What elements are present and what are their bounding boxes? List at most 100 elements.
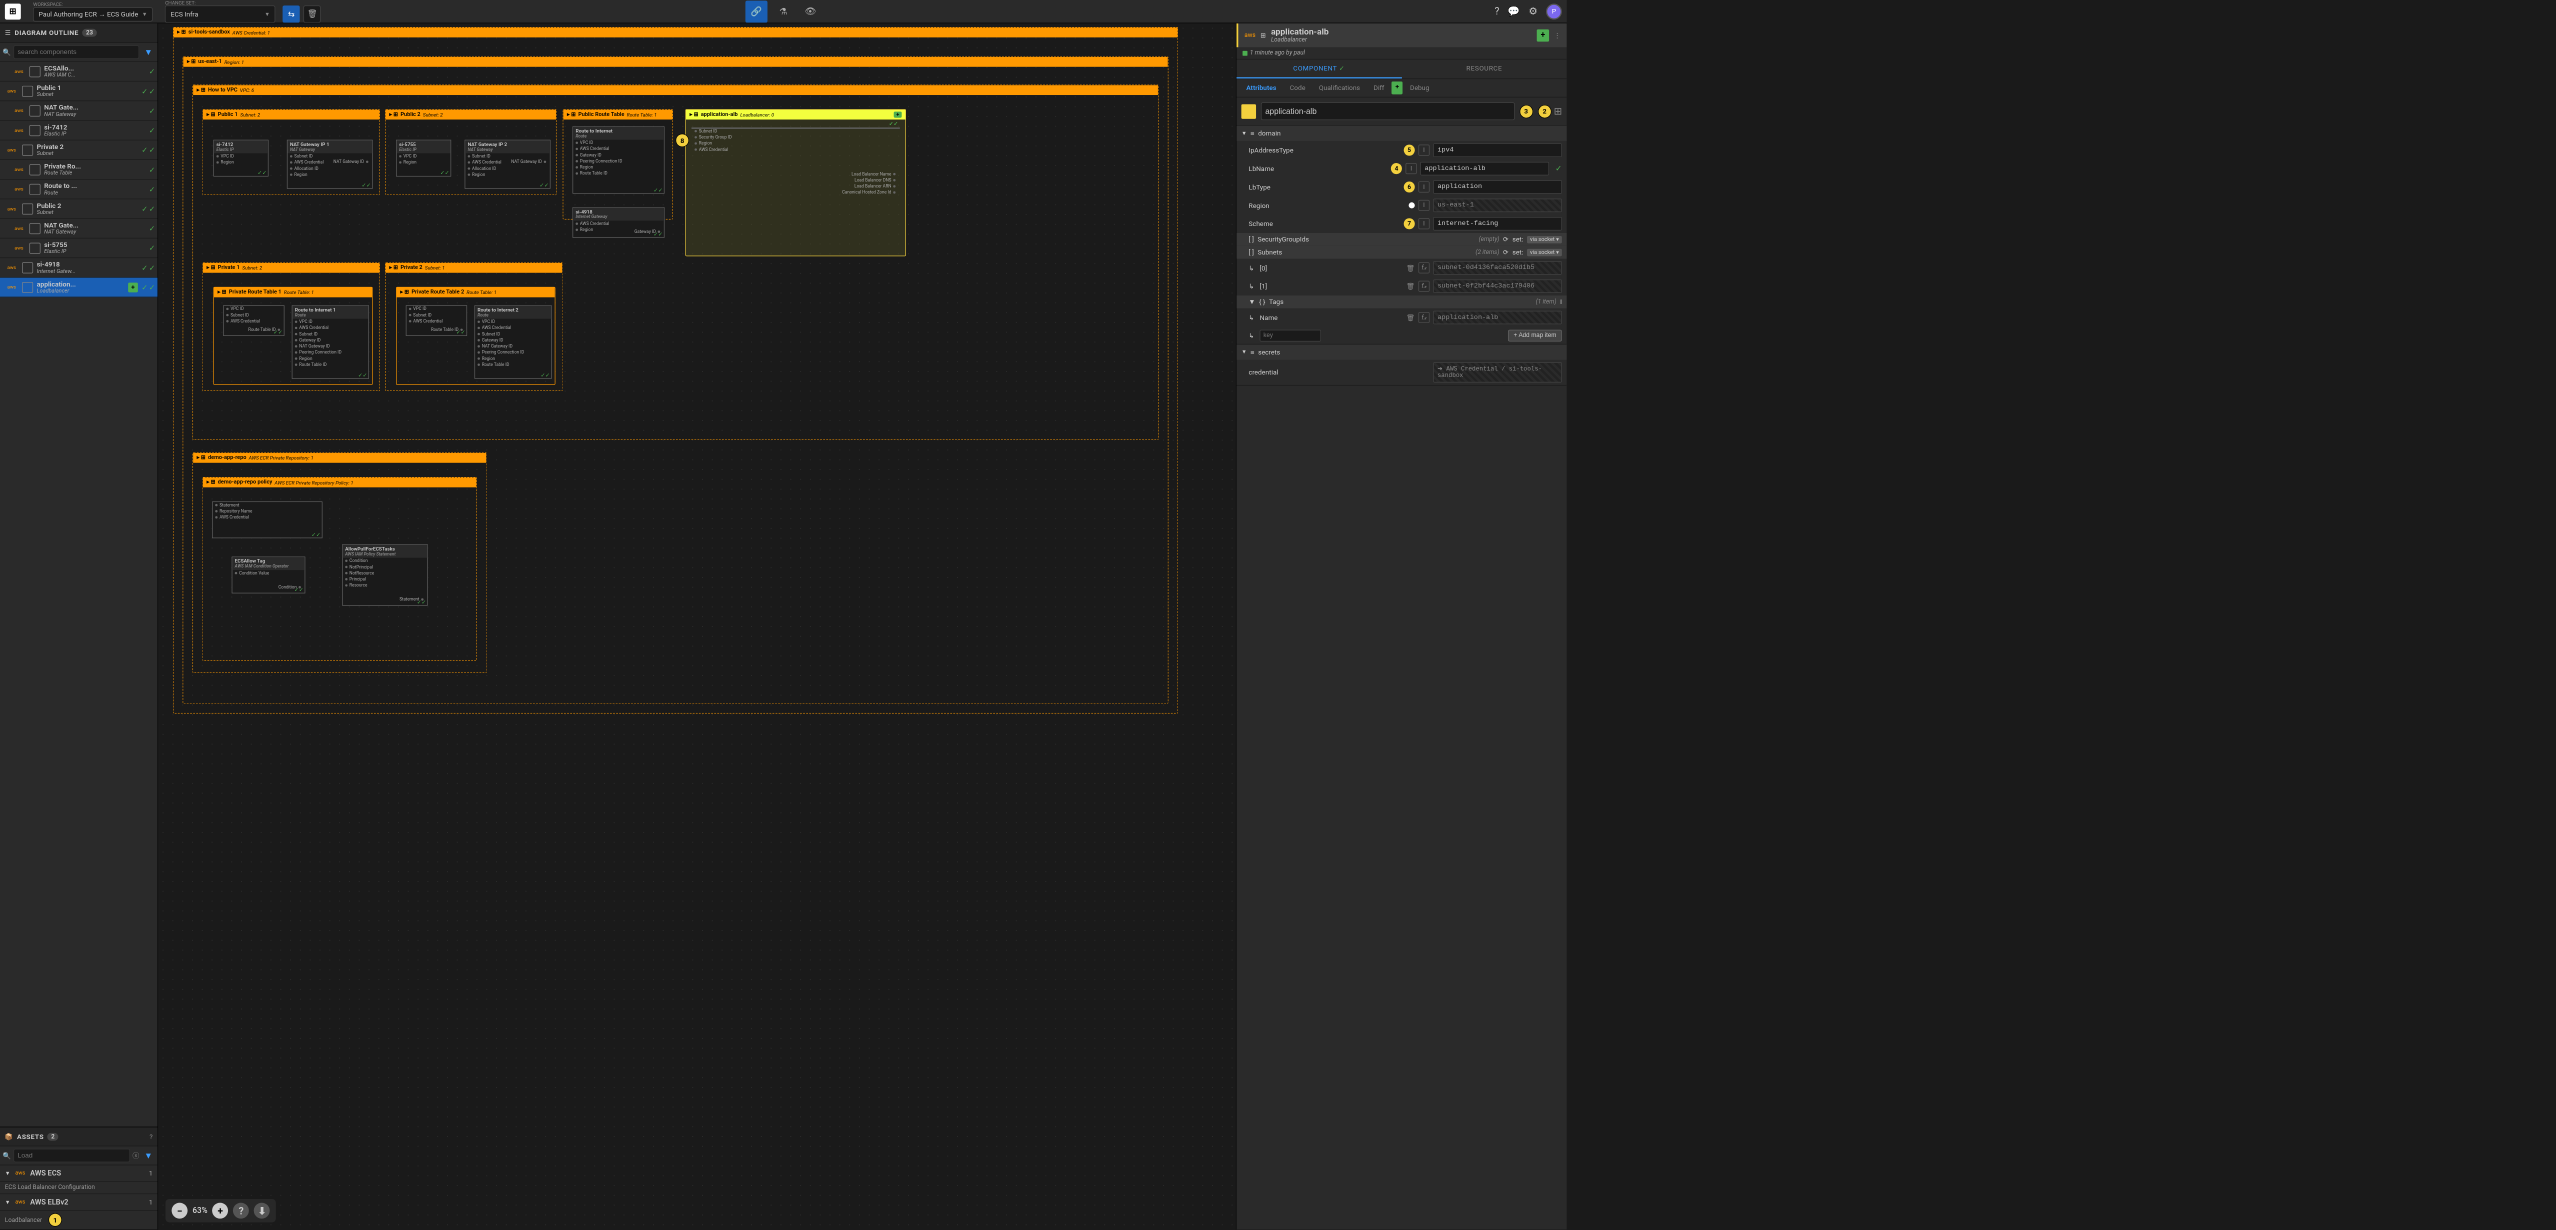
aws-icon: aws [12, 241, 25, 254]
attr-row: LbType 6 I [1236, 178, 1566, 196]
outline-item[interactable]: aws si-4918Internet Gatew... ✓✓ [0, 258, 158, 278]
subnets-header[interactable]: [ ]Subnets (2 items) ⟳set: via socket ▾ [1236, 246, 1566, 259]
trash-icon[interactable]: 🗑 [1406, 264, 1415, 272]
sgids-header[interactable]: [ ]SecurityGroupIds (empty) ⟳set: via so… [1236, 233, 1566, 246]
attr-input[interactable] [1433, 180, 1562, 193]
asset-category[interactable]: ▼aws AWS ELBv21 [0, 1194, 158, 1211]
asset-category[interactable]: ▼aws AWS ECS1 [0, 1165, 158, 1182]
check-icon: ✓ [149, 165, 155, 174]
outline-item[interactable]: aws NAT Gate...NAT Gateway ✓ [0, 101, 158, 121]
gear-icon[interactable]: ⚙ [1529, 6, 1538, 18]
outline-item[interactable]: aws Route to ...Route ✓ [0, 180, 158, 200]
tab-component[interactable]: COMPONENT ✓ [1236, 59, 1401, 78]
zoom-help-button[interactable]: ? [233, 1203, 249, 1219]
subtab-debug[interactable]: Debug [1404, 82, 1436, 95]
tag-key-input[interactable] [1260, 329, 1321, 341]
frame-icon[interactable]: ⊞ [1554, 105, 1562, 117]
attr-row: Region I [1236, 196, 1566, 214]
help-icon[interactable]: ? [149, 1133, 152, 1141]
filter-icon[interactable]: ▼ [142, 47, 155, 57]
eye-view-button[interactable]: 👁 [799, 0, 821, 22]
asset-item[interactable]: ECS Load Balancer Configuration [0, 1182, 158, 1194]
attr-input[interactable] [1433, 143, 1562, 156]
asset-item[interactable]: Loadbalancer 1 [0, 1211, 158, 1230]
outline-item[interactable]: aws Public 2Subnet ✓✓ [0, 199, 158, 219]
discord-icon[interactable]: 💬 [1508, 6, 1520, 18]
canvas-node[interactable]: Route to Internet 1RouteVPC IDAWS Creden… [292, 305, 369, 379]
check-icon: ✓ [142, 263, 148, 272]
diagram-view-button[interactable]: 🔗 [745, 0, 767, 22]
component-type: Loadbalancer [1271, 37, 1532, 44]
assets-count: 2 [47, 1133, 58, 1141]
check-icon: ✓ [142, 146, 148, 155]
changeset-select[interactable]: ECS Infra▼ [165, 6, 275, 23]
section-domain[interactable]: ▼≡domain [1236, 126, 1566, 141]
canvas-node[interactable]: Route to Internet 2RouteVPC IDAWS Creden… [474, 305, 551, 379]
color-swatch[interactable] [1241, 104, 1256, 119]
plus-icon: + [894, 112, 902, 118]
outline-item[interactable]: aws NAT Gate...NAT Gateway ✓ [0, 219, 158, 239]
subtab-add[interactable]: + [1392, 82, 1403, 95]
download-button[interactable]: ⬇ [254, 1203, 270, 1219]
aws-icon: aws [12, 163, 25, 176]
outline-item[interactable]: aws ECSAllo...AWS IAM C... ✓ [0, 62, 158, 82]
search-icon: 🔍 [2, 1152, 10, 1160]
status-text: 1 minute ago by paul [1250, 50, 1305, 57]
canvas-node[interactable]: StatementRepository NameAWS Credential [212, 501, 322, 538]
shape-icon [29, 105, 40, 116]
fx-icon: f𝓍 [1418, 312, 1429, 323]
outline-item[interactable]: aws si-5755Elastic IP ✓ [0, 238, 158, 258]
outline-item[interactable]: aws application...Loadbalancer + ✓✓ [0, 278, 158, 298]
hamburger-icon[interactable]: ☰ [5, 29, 11, 37]
attr-input[interactable] [1433, 217, 1562, 230]
diagram-canvas[interactable]: − 63% + ? ⬇ ▸ ⊞ si-tools-sandbox AWS Cre… [158, 23, 1236, 1229]
aws-icon: aws [5, 84, 18, 97]
outline-item[interactable]: aws Public 1Subnet ✓✓ [0, 82, 158, 102]
outline-item[interactable]: aws Private Ro...Route Table ✓ [0, 160, 158, 180]
zoom-in-button[interactable]: + [212, 1203, 228, 1219]
fx-icon: f𝓍 [1418, 281, 1429, 292]
subtab-attributes[interactable]: Attributes [1240, 82, 1282, 95]
attr-input[interactable] [1420, 162, 1549, 175]
section-secrets[interactable]: ▼≡secrets [1236, 345, 1566, 360]
canvas-node[interactable]: NAT Gateway IP 2NAT GatewaySubnet IDAWS … [465, 140, 551, 189]
merge-icon[interactable]: ⇆ [283, 6, 300, 23]
shape-icon [29, 164, 40, 175]
add-button[interactable]: + [1537, 29, 1549, 41]
right-panel: aws ⊞ application-alb Loadbalancer + ⋮ 1… [1236, 23, 1567, 1229]
subtab-code[interactable]: Code [1284, 82, 1312, 95]
trash-icon[interactable]: 🗑 [304, 6, 321, 23]
zoom-out-button[interactable]: − [172, 1203, 188, 1219]
add-map-item-button[interactable]: + Add map item [1508, 329, 1562, 341]
outline-item[interactable]: aws si-7412Elastic IP ✓ [0, 121, 158, 141]
outline-item[interactable]: aws Private 2Subnet ✓✓ [0, 140, 158, 160]
workspace-select[interactable]: Paul Authoring ECR → ECS Guide▼ [33, 7, 153, 21]
lab-view-button[interactable]: ⚗ [772, 0, 794, 22]
clear-icon[interactable]: ⓧ [132, 1151, 139, 1161]
subtab-diff[interactable]: Diff [1367, 82, 1390, 95]
canvas-node[interactable]: si-4918Internet GatewayAWS CredentialReg… [573, 207, 665, 238]
canvas-node[interactable]: NAT Gateway IP 1NAT GatewaySubnet IDAWS … [287, 140, 373, 189]
outline-search-input[interactable] [13, 45, 139, 58]
canvas-node[interactable]: AllowPullForECSTasksAWS IAM Policy State… [342, 544, 428, 605]
assets-search-input[interactable] [13, 1149, 130, 1162]
shape-icon [22, 144, 33, 155]
avatar[interactable]: P [1546, 3, 1562, 19]
trash-icon[interactable]: 🗑 [1406, 282, 1415, 290]
tags-header[interactable]: ▼{ }Tags (1 item) I [1236, 295, 1566, 308]
canvas-node[interactable]: Route to InternetRouteVPC IDAWS Credenti… [573, 126, 665, 193]
more-icon[interactable]: ⋮ [1554, 31, 1561, 39]
component-name-input[interactable] [1261, 102, 1515, 120]
subnet-value [1433, 261, 1562, 274]
component-type-icon: ⊞ [1260, 31, 1266, 39]
shape-icon [22, 262, 33, 273]
help-icon[interactable]: ? [1495, 6, 1500, 18]
subtab-qualifications[interactable]: Qualifications [1313, 82, 1366, 95]
app-logo[interactable]: ⊞ [5, 3, 21, 19]
canvas-node[interactable]: Load Balancer NameLoad Balancer DNSLoad … [691, 128, 899, 129]
tab-resource[interactable]: RESOURCE [1402, 59, 1567, 78]
type-icon: I [1418, 181, 1429, 192]
filter-icon[interactable]: ▼ [142, 1150, 155, 1160]
trash-icon[interactable]: 🗑 [1406, 314, 1415, 322]
shape-icon [22, 282, 33, 293]
